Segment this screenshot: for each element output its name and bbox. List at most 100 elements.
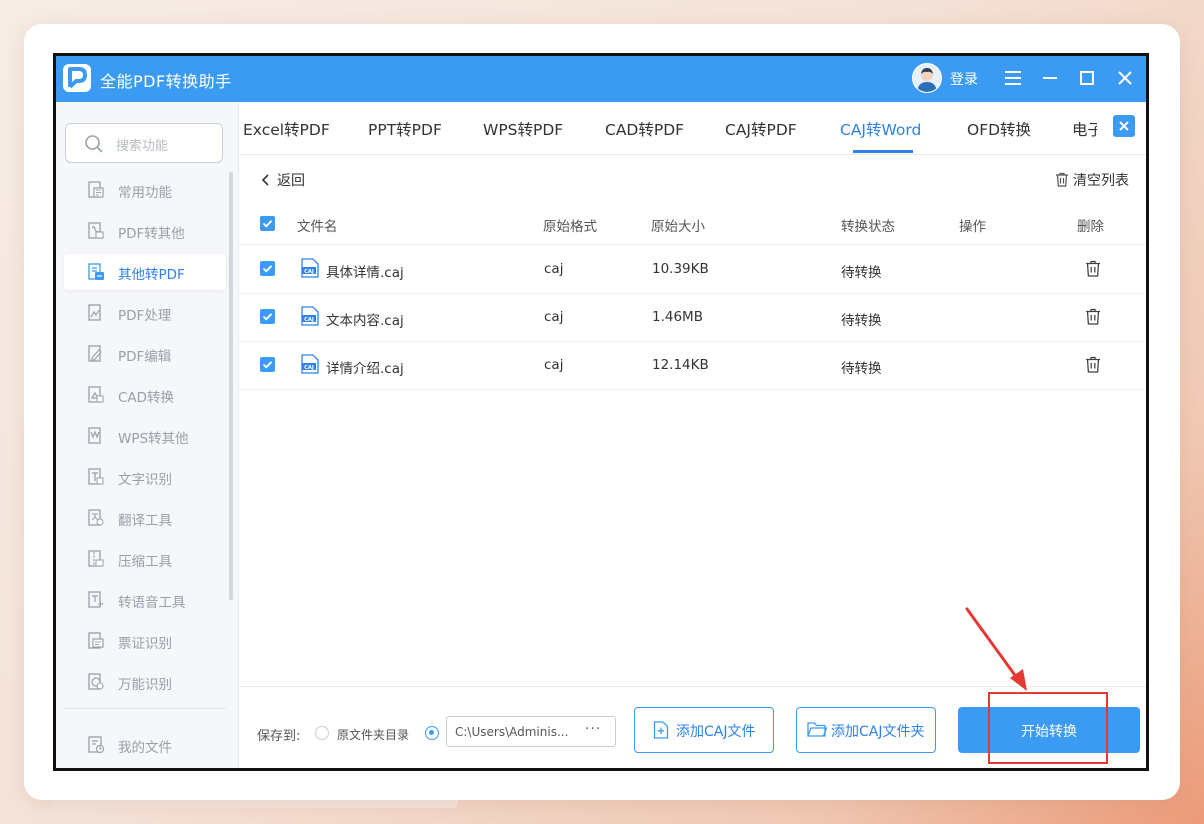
caj-file-icon: CAJ xyxy=(301,354,319,374)
file-name: 具体详情.caj xyxy=(326,265,404,281)
tab-item[interactable]: CAJ转Word xyxy=(840,118,921,140)
sidebar-item[interactable]: 转语音工具 xyxy=(64,582,226,618)
back-label: 返回 xyxy=(277,173,305,189)
caj-file-icon: CAJ xyxy=(301,306,319,326)
text-to-speech-icon xyxy=(88,591,104,608)
my-files-icon xyxy=(88,736,105,754)
trash-icon xyxy=(1056,172,1068,187)
sidebar-item[interactable]: 其他转PDF xyxy=(64,254,226,290)
add-caj-folder-label: 添加CAJ文件夹 xyxy=(831,724,925,740)
tab-item[interactable]: WPS转PDF xyxy=(483,118,563,140)
file-status: 待转换 xyxy=(841,313,882,329)
close-icon[interactable] xyxy=(1114,67,1136,89)
sidebar-item[interactable]: PDF转其他 xyxy=(64,213,226,249)
tab-item[interactable]: CAJ转PDF xyxy=(725,118,797,140)
title-bar: 全能PDF转换助手 登录 xyxy=(56,56,1146,102)
sidebar-item[interactable]: 万能识别 xyxy=(64,664,226,700)
radio-source-folder-label[interactable]: 原文件夹目录 xyxy=(337,726,409,743)
file-status: 待转换 xyxy=(841,265,882,281)
maximize-icon[interactable] xyxy=(1076,67,1098,89)
row-checkbox[interactable] xyxy=(260,261,275,276)
browse-path-button[interactable]: ··· xyxy=(585,721,601,737)
cad-convert-icon xyxy=(88,386,104,403)
back-button[interactable]: 返回 xyxy=(261,170,305,190)
clear-list-label: 清空列表 xyxy=(1073,173,1129,189)
sidebar-item-label: CAD转换 xyxy=(118,390,175,406)
annotation-arrow-icon xyxy=(965,607,1027,691)
pdf-process-icon xyxy=(88,304,101,321)
checkmark-icon xyxy=(262,265,273,273)
sidebar-item[interactable]: 翻译工具 xyxy=(64,500,226,536)
tab-item[interactable]: CAD转PDF xyxy=(605,118,684,140)
common-functions-icon xyxy=(88,181,104,198)
sidebar-item-label: 我的文件 xyxy=(118,740,172,756)
header-file-name: 文件名 xyxy=(297,219,338,235)
file-status: 待转换 xyxy=(841,361,882,377)
output-path-field[interactable]: C:\Users\Adminis... ··· xyxy=(446,716,616,747)
active-tab-indicator xyxy=(853,150,913,153)
tab-item[interactable]: OFD转换 xyxy=(967,118,1031,140)
menu-icon[interactable] xyxy=(1002,67,1024,89)
login-link[interactable]: 登录 xyxy=(950,69,978,89)
row-checkbox[interactable] xyxy=(260,309,275,324)
header-action: 操作 xyxy=(959,219,986,235)
sidebar-item-label: PDF转其他 xyxy=(118,226,185,242)
sidebar-item-label: PDF编辑 xyxy=(118,349,172,365)
search-icon xyxy=(85,135,103,153)
sidebar-item[interactable]: 压缩工具 xyxy=(64,541,226,577)
sidebar-item[interactable]: PDF编辑 xyxy=(64,336,226,372)
caj-file-icon: CAJ xyxy=(301,258,319,278)
sidebar-item[interactable]: 票证识别 xyxy=(64,623,226,659)
output-path-value: C:\Users\Adminis... xyxy=(455,725,569,739)
chevron-left-icon xyxy=(261,174,269,186)
sidebar-item-label: 票证识别 xyxy=(118,636,172,652)
sidebar-item-label: 常用功能 xyxy=(118,185,172,201)
sidebar-item[interactable]: 常用功能 xyxy=(64,172,226,208)
sidebar-item[interactable]: CAD转换 xyxy=(64,377,226,413)
sidebar-item-my-files[interactable]: 我的文件 xyxy=(64,727,226,763)
sidebar-item-label: 转语音工具 xyxy=(118,595,186,611)
tab-close-button[interactable] xyxy=(1113,115,1135,137)
sidebar: 搜索功能 常用功能 PDF转其他 其他转PDF PDF处理 PDF编辑 CAD转换 WPS转… xyxy=(56,102,239,768)
trash-icon[interactable] xyxy=(1085,260,1101,277)
table-row: CAJ 详情介绍.caj caj 12.14KB 待转换 xyxy=(239,341,1146,390)
other-to-pdf-icon xyxy=(88,263,104,280)
ocr-icon xyxy=(88,468,104,485)
sidebar-item[interactable]: WPS转其他 xyxy=(64,418,226,454)
sidebar-item-label: 压缩工具 xyxy=(118,554,172,570)
trash-icon[interactable] xyxy=(1085,356,1101,373)
sidebar-scrollbar[interactable] xyxy=(229,172,233,600)
clear-list-button[interactable]: 清空列表 xyxy=(1055,170,1129,190)
add-caj-file-label: 添加CAJ文件 xyxy=(676,724,756,740)
app-logo-icon xyxy=(63,64,91,92)
tab-bar: Excel转PDF PPT转PDF WPS转PDF CAD转PDF CAJ转PDF CAJ… xyxy=(239,102,1146,155)
minimize-icon[interactable] xyxy=(1039,67,1061,89)
checkmark-icon xyxy=(262,220,273,228)
translate-icon xyxy=(88,509,104,526)
radio-source-folder[interactable] xyxy=(315,726,329,740)
checkmark-icon xyxy=(262,361,273,369)
header-format: 原始格式 xyxy=(543,219,597,235)
search-input[interactable]: 搜索功能 xyxy=(65,123,223,163)
sidebar-item-label: 万能识别 xyxy=(118,677,172,693)
file-size: 10.39KB xyxy=(652,261,709,277)
file-icon-text: CAJ xyxy=(304,365,314,371)
tab-item[interactable]: Excel转PDF xyxy=(243,118,330,140)
header-delete: 删除 xyxy=(1077,219,1104,235)
file-format: caj xyxy=(544,309,564,325)
file-name: 文本内容.caj xyxy=(326,313,404,329)
trash-icon[interactable] xyxy=(1085,308,1101,325)
select-all-checkbox[interactable] xyxy=(260,216,275,231)
compress-icon xyxy=(88,550,104,567)
sidebar-item[interactable]: PDF处理 xyxy=(64,295,226,331)
sidebar-item-label: PDF处理 xyxy=(118,308,172,324)
sidebar-item-label: 其他转PDF xyxy=(118,267,185,283)
add-caj-file-button[interactable]: 添加CAJ文件 xyxy=(634,707,774,753)
sidebar-item-label: WPS转其他 xyxy=(118,431,189,447)
tab-item[interactable]: PPT转PDF xyxy=(368,118,442,140)
add-caj-folder-button[interactable]: 添加CAJ文件夹 xyxy=(796,707,936,753)
row-checkbox[interactable] xyxy=(260,357,275,372)
user-avatar-icon[interactable] xyxy=(912,63,942,93)
sidebar-item[interactable]: 文字识别 xyxy=(64,459,226,495)
radio-custom-path[interactable] xyxy=(425,726,439,740)
